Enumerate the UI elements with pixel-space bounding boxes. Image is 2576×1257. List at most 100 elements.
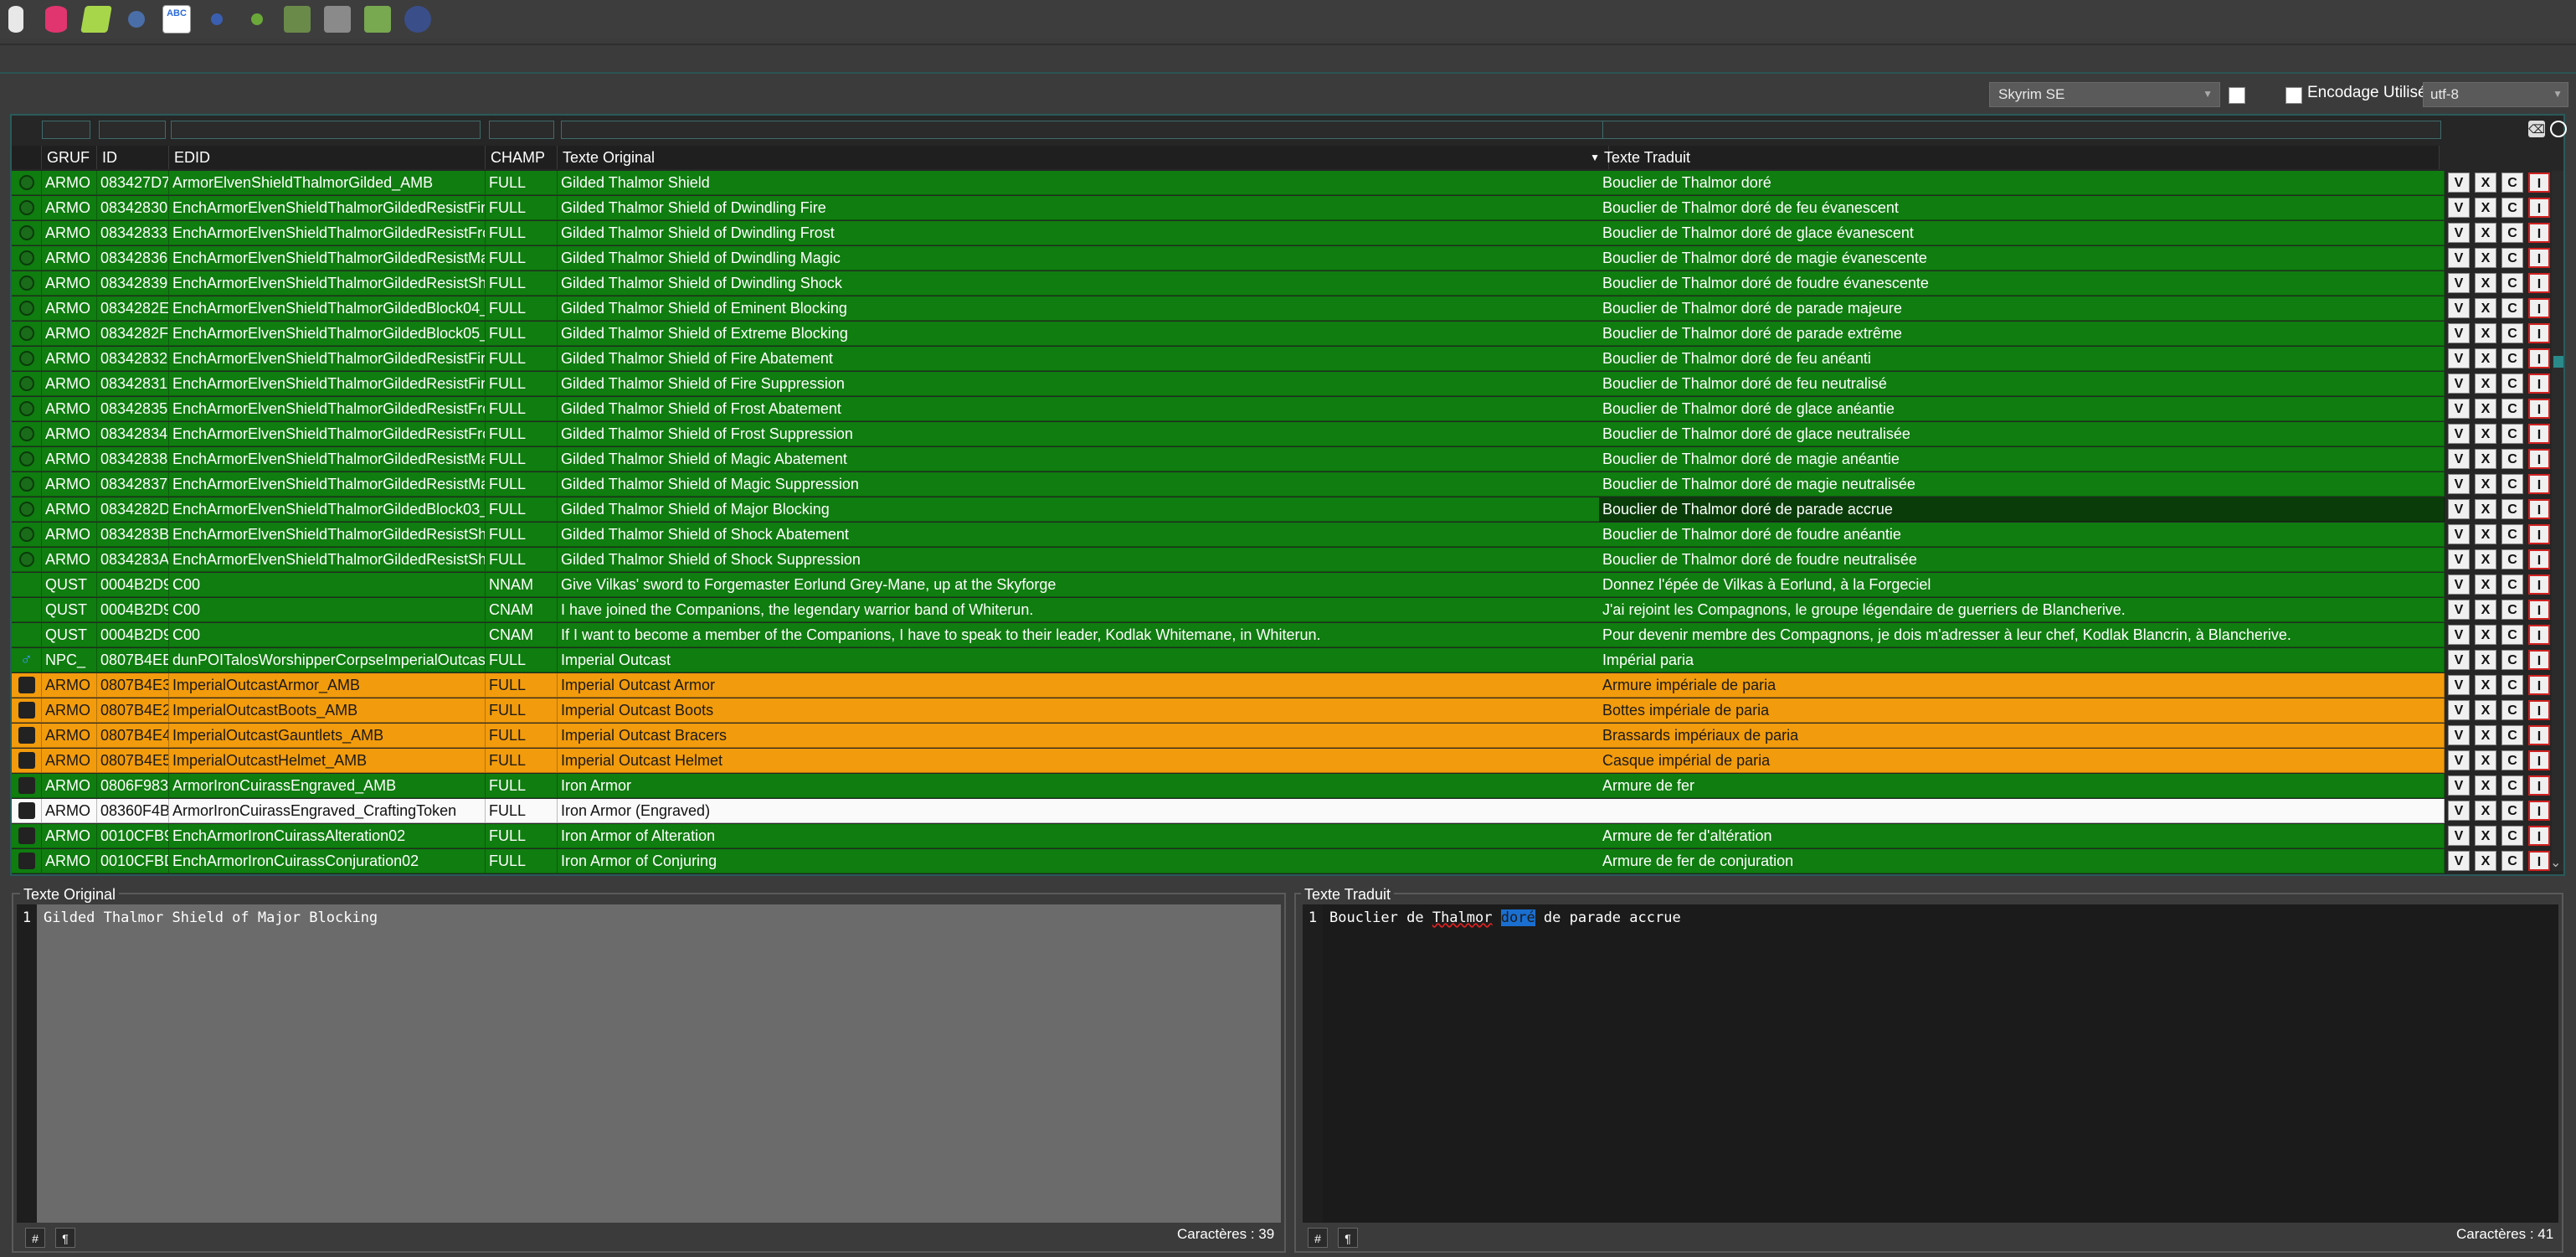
reject-button[interactable]: X xyxy=(2475,826,2496,846)
table-row[interactable]: ARMO 0807B4E4 ImperialOutcastGauntlets_AMB… xyxy=(12,724,2550,749)
cell-translated[interactable]: Donnez l'épée de Vilkas à Eorlund, à la … xyxy=(1599,573,2445,597)
copy-button[interactable]: C xyxy=(2501,373,2523,394)
filter-id-input[interactable] xyxy=(99,121,166,139)
reject-button[interactable]: X xyxy=(2475,323,2496,343)
filter-gruf-input[interactable] xyxy=(42,121,90,139)
info-button[interactable]: I xyxy=(2528,424,2550,444)
validate-button[interactable]: V xyxy=(2448,348,2470,368)
spellcheck-icon[interactable]: ABC xyxy=(161,3,193,35)
copy-button[interactable]: C xyxy=(2501,801,2523,821)
cell-translated[interactable]: Bottes impériale de paria xyxy=(1599,698,2445,723)
scroll-down-icon[interactable]: ⌄ xyxy=(2550,854,2561,871)
table-row[interactable]: ARMO 0806F983 ArmorIronCuirassEngraved_AMB… xyxy=(12,774,2550,799)
cell-translated[interactable]: Casque impérial de paria xyxy=(1599,749,2445,773)
copy-button[interactable]: C xyxy=(2501,750,2523,770)
vertical-scrollbar[interactable] xyxy=(2552,171,2563,871)
paragraph-toggle[interactable]: ¶ xyxy=(55,1228,75,1248)
reject-button[interactable]: X xyxy=(2475,801,2496,821)
table-row[interactable]: ♂ NPC_ 0807B4EB dunPOITalosWorshipperCorpse… xyxy=(12,648,2550,673)
package-icon[interactable] xyxy=(362,3,393,35)
info-button[interactable]: I xyxy=(2528,474,2550,494)
copy-button[interactable]: C xyxy=(2501,449,2523,469)
copy-button[interactable]: C xyxy=(2501,725,2523,745)
info-button[interactable]: I xyxy=(2528,625,2550,645)
reject-button[interactable]: X xyxy=(2475,524,2496,544)
header-gruf[interactable]: GRUF xyxy=(42,146,97,169)
validate-button[interactable]: V xyxy=(2448,650,2470,670)
reject-button[interactable]: X xyxy=(2475,675,2496,695)
cell-translated[interactable] xyxy=(1599,799,2445,823)
table-row[interactable]: ARMO 0834283B EnchArmorElvenShieldThalmorG… xyxy=(12,523,2550,548)
header-original[interactable]: Texte Original ▼ xyxy=(558,146,1609,169)
reject-button[interactable]: X xyxy=(2475,700,2496,720)
scrollbar-thumb[interactable] xyxy=(2553,356,2563,368)
cell-translated[interactable]: Bouclier de Thalmor doré de glace évanes… xyxy=(1599,221,2445,245)
reject-button[interactable]: X xyxy=(2475,499,2496,519)
header-id[interactable]: ID xyxy=(97,146,169,169)
validate-button[interactable]: V xyxy=(2448,474,2470,494)
copy-button[interactable]: C xyxy=(2501,173,2523,193)
table-row[interactable]: QUST 0004B2D9 C00 CNAM I have joined the Com… xyxy=(12,598,2550,623)
validate-button[interactable]: V xyxy=(2448,298,2470,318)
copy-button[interactable]: C xyxy=(2501,198,2523,218)
info-button[interactable]: I xyxy=(2528,826,2550,846)
table-row[interactable]: QUST 0004B2D9 C00 NNAM Give Vilkas' sword to… xyxy=(12,573,2550,598)
info-button[interactable]: I xyxy=(2528,223,2550,243)
reject-button[interactable]: X xyxy=(2475,750,2496,770)
cell-translated[interactable]: Pour devenir membre des Compagnons, je d… xyxy=(1599,623,2445,647)
cell-translated[interactable]: Bouclier de Thalmor doré de parade majeu… xyxy=(1599,296,2445,321)
validate-button[interactable]: V xyxy=(2448,826,2470,846)
copy-button[interactable]: C xyxy=(2501,298,2523,318)
cell-translated[interactable]: J'ai rejoint les Compagnons, le groupe l… xyxy=(1599,598,2445,622)
original-text-editor[interactable]: 1 Gilded Thalmor Shield of Major Blockin… xyxy=(17,904,1281,1223)
cell-translated[interactable]: Bouclier de Thalmor doré de parade extrê… xyxy=(1599,322,2445,346)
reject-button[interactable]: X xyxy=(2475,474,2496,494)
header-champ[interactable]: CHAMP xyxy=(486,146,558,169)
cell-translated[interactable]: Bouclier de Thalmor doré de magie anéant… xyxy=(1599,447,2445,471)
copy-button[interactable]: C xyxy=(2501,549,2523,569)
info-button[interactable]: I xyxy=(2528,198,2550,218)
validate-button[interactable]: V xyxy=(2448,801,2470,821)
cell-translated[interactable]: Bouclier de Thalmor doré de parade accru… xyxy=(1599,497,2445,522)
validate-button[interactable]: V xyxy=(2448,725,2470,745)
info-button[interactable]: I xyxy=(2528,373,2550,394)
copy-button[interactable]: C xyxy=(2501,826,2523,846)
copy-button[interactable]: C xyxy=(2501,399,2523,419)
table-row[interactable]: ARMO 08342831 EnchArmorElvenShieldThalmorG… xyxy=(12,372,2550,397)
table-row[interactable]: ARMO 0834282E EnchArmorElvenShieldThalmorG… xyxy=(12,296,2550,322)
info-button[interactable]: I xyxy=(2528,499,2550,519)
validate-button[interactable]: V xyxy=(2448,600,2470,620)
info-button[interactable]: I xyxy=(2528,348,2550,368)
folder-icon[interactable] xyxy=(321,3,353,35)
copy-button[interactable]: C xyxy=(2501,600,2523,620)
copy-button[interactable]: C xyxy=(2501,625,2523,645)
info-button[interactable]: I xyxy=(2528,449,2550,469)
info-button[interactable]: I xyxy=(2528,675,2550,695)
table-row[interactable]: ARMO 08342839 EnchArmorElvenShieldThalmorG… xyxy=(12,271,2550,296)
cell-translated[interactable]: Armure de fer d'altération xyxy=(1599,824,2445,848)
reject-button[interactable]: X xyxy=(2475,173,2496,193)
copy-button[interactable]: C xyxy=(2501,323,2523,343)
filter-champ-input[interactable] xyxy=(489,121,554,139)
tools-icon[interactable] xyxy=(121,3,152,35)
info-button[interactable]: I xyxy=(2528,248,2550,268)
copy-button[interactable]: C xyxy=(2501,474,2523,494)
info-button[interactable]: I xyxy=(2528,775,2550,796)
info-button[interactable]: I xyxy=(2528,574,2550,595)
copy-button[interactable]: C xyxy=(2501,574,2523,595)
table-row[interactable]: ARMO 08342836 EnchArmorElvenShieldThalmorG… xyxy=(12,246,2550,271)
cell-translated[interactable]: Bouclier de Thalmor doré de foudre neutr… xyxy=(1599,548,2445,572)
cell-translated[interactable]: Bouclier de Thalmor doré de foudre anéan… xyxy=(1599,523,2445,547)
copy-button[interactable]: C xyxy=(2501,700,2523,720)
info-button[interactable]: I xyxy=(2528,524,2550,544)
copy-button[interactable]: C xyxy=(2501,851,2523,871)
info-button[interactable]: I xyxy=(2528,700,2550,720)
info-button[interactable]: I xyxy=(2528,801,2550,821)
info-button[interactable]: I xyxy=(2528,323,2550,343)
reject-button[interactable]: X xyxy=(2475,273,2496,293)
table-row[interactable]: ARMO 08342838 EnchArmorElvenShieldThalmorG… xyxy=(12,447,2550,472)
table-row[interactable]: ARMO 0807B4E5 ImperialOutcastHelmet_AMB FUL… xyxy=(12,749,2550,774)
copy-button[interactable]: C xyxy=(2501,424,2523,444)
cell-translated[interactable]: Bouclier de Thalmor doré de glace anéant… xyxy=(1599,397,2445,421)
reject-button[interactable]: X xyxy=(2475,725,2496,745)
